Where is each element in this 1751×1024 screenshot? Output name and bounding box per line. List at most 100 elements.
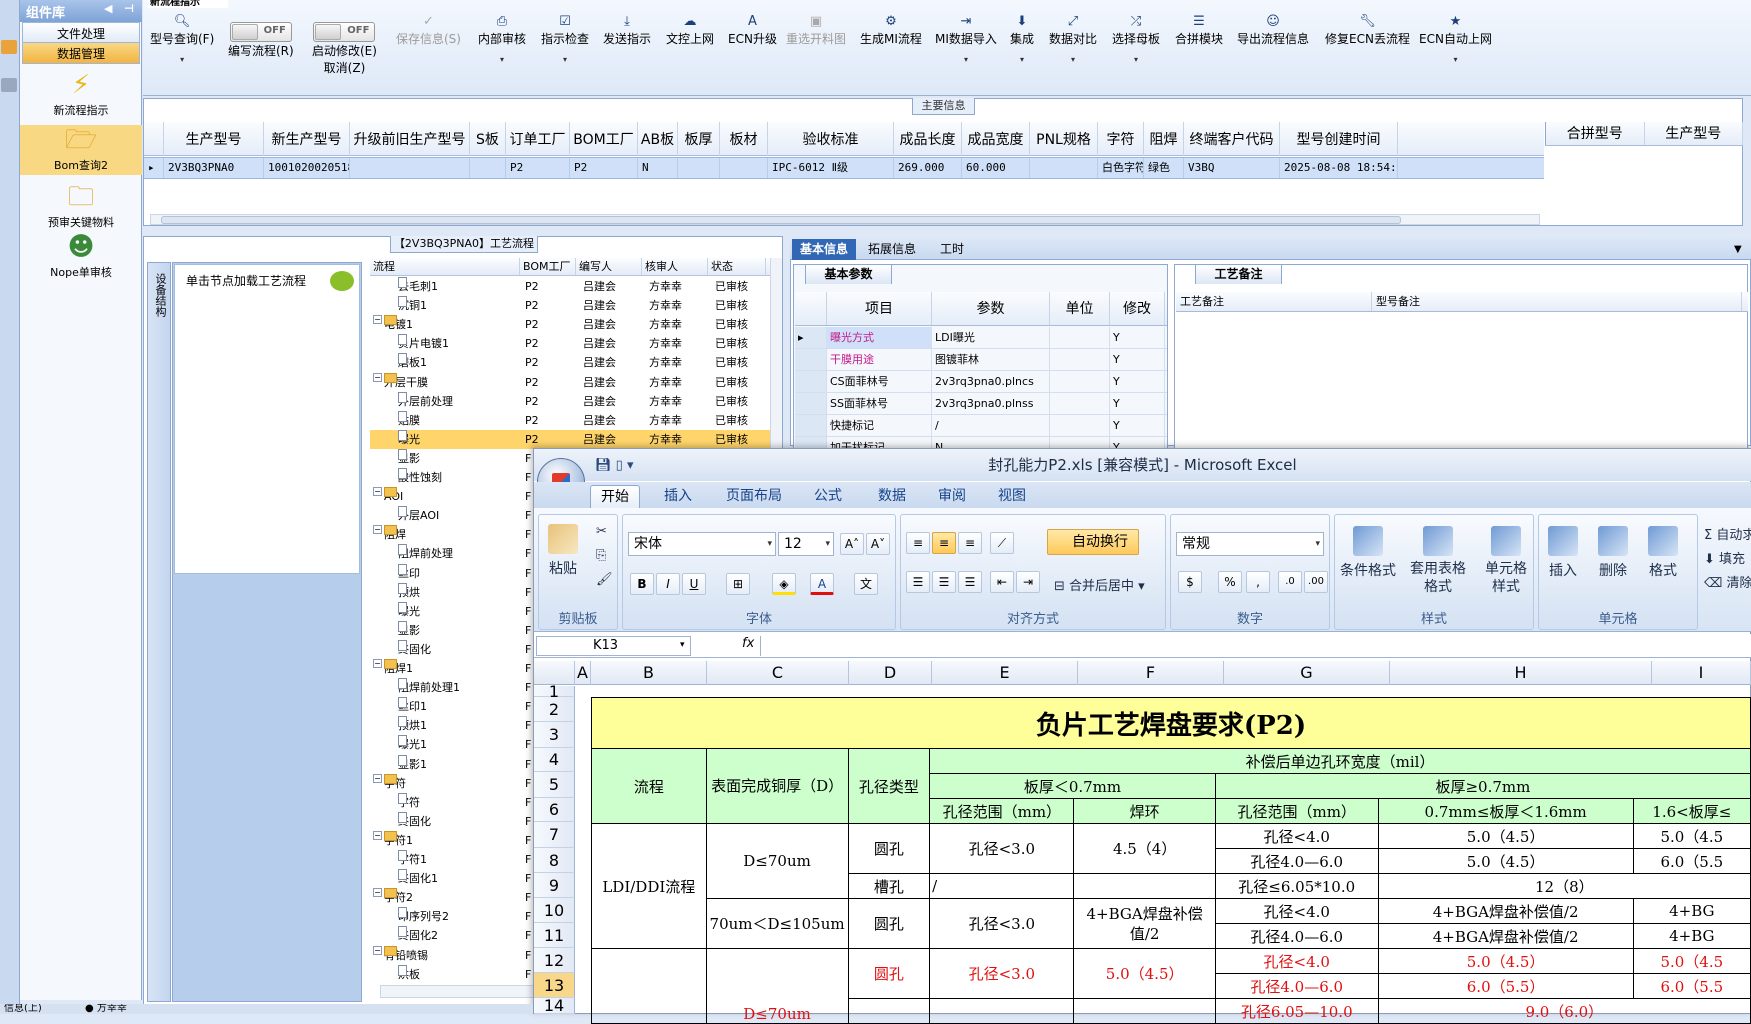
- merge-module-button[interactable]: ☰ 合拼模块: [1175, 14, 1223, 47]
- expand-toggle-icon[interactable]: −: [373, 525, 382, 535]
- column-header[interactable]: AB板: [638, 122, 678, 156]
- cell[interactable]: 槽孔: [847, 873, 931, 899]
- wrap-text-button[interactable]: 自动换行: [1047, 529, 1139, 555]
- tree-node[interactable]: 去毛刺1: [398, 277, 438, 296]
- tree-node[interactable]: 阻焊: [384, 525, 406, 544]
- chat-bubble-icon[interactable]: [330, 271, 354, 291]
- cell[interactable]: [929, 998, 1075, 1024]
- column-header[interactable]: G: [1224, 661, 1390, 685]
- underline-icon[interactable]: U: [682, 573, 706, 595]
- column-header[interactable]: 单位: [1050, 292, 1110, 325]
- expand-toggle-icon[interactable]: −: [373, 773, 382, 783]
- cell[interactable]: 孔径<3.0: [929, 823, 1075, 874]
- cut-icon[interactable]: ✂: [596, 524, 607, 539]
- row-header[interactable]: 6: [534, 798, 575, 822]
- border-icon[interactable]: ⊞: [726, 573, 750, 595]
- expand-toggle-icon[interactable]: −: [373, 830, 382, 840]
- chevron-down-icon[interactable]: ▾: [1049, 55, 1097, 64]
- tab-work-hours[interactable]: 工时: [932, 239, 972, 260]
- model-query-button[interactable]: 🔍︎ 型号查询(F) ▾: [150, 14, 214, 64]
- cell[interactable]: 孔径类型: [847, 748, 931, 824]
- tree-row[interactable]: 外层干膜 − P2 吕建会 方幸幸 已审核: [370, 372, 780, 392]
- tree-node[interactable]: 印序列号2: [398, 907, 449, 926]
- fx-label[interactable]: fx: [742, 636, 754, 651]
- expand-toggle-icon[interactable]: −: [373, 659, 382, 668]
- tree-node[interactable]: 丝印1: [398, 697, 427, 716]
- column-header[interactable]: B: [591, 661, 707, 685]
- italic-icon[interactable]: I: [656, 573, 680, 595]
- cell[interactable]: 孔径<3.0: [929, 898, 1075, 949]
- increase-decimal-icon[interactable]: .0: [1278, 571, 1302, 593]
- orientation-icon[interactable]: ⟋: [990, 532, 1014, 554]
- formula-input[interactable]: [760, 636, 1750, 656]
- expand-toggle-icon[interactable]: −: [373, 372, 382, 382]
- param-cell[interactable]: [1050, 327, 1110, 348]
- memo-caption[interactable]: 工艺备注: [1195, 264, 1282, 284]
- row-header[interactable]: 12: [534, 948, 575, 973]
- row-header[interactable]: 13: [534, 973, 575, 998]
- cell[interactable]: 焊环: [1073, 798, 1216, 824]
- tree-row[interactable]: 贴膜 P2 吕建会 方幸幸 已审核: [370, 410, 780, 430]
- tree-node[interactable]: 磨板1: [398, 353, 427, 372]
- column-header[interactable]: 型号创建时间: [1280, 122, 1398, 156]
- tree-node[interactable]: 终固化: [398, 811, 431, 831]
- cell[interactable]: 4+BGA焊盘补偿值/2: [1073, 898, 1216, 949]
- internal-review-button[interactable]: ⎙ 内部审核 ▾: [478, 14, 526, 64]
- grid-cell[interactable]: 2025-08-08 18:54:21: [1280, 158, 1398, 178]
- export-flow-info-button[interactable]: ☺ 导出流程信息: [1237, 14, 1309, 47]
- column-header[interactable]: 新生产型号: [264, 122, 350, 156]
- cell[interactable]: 孔径≤6.05*10.0: [1214, 873, 1379, 899]
- param-cell[interactable]: Y: [1110, 415, 1165, 436]
- param-cell[interactable]: CS面菲林号: [827, 371, 932, 392]
- column-header[interactable]: BOM工厂: [520, 258, 576, 275]
- grid-cell[interactable]: [470, 158, 506, 178]
- tree-node[interactable]: 外层干膜: [384, 372, 428, 392]
- tree-node[interactable]: 字符1: [384, 830, 413, 850]
- clear-button[interactable]: ⌫ 清除: [1704, 572, 1751, 591]
- cell[interactable]: 70um＜D≤105um: [705, 898, 849, 949]
- tree-node[interactable]: 显影: [398, 620, 420, 640]
- tree-node[interactable]: 终固化1: [398, 869, 438, 888]
- param-cell[interactable]: [1050, 371, 1110, 392]
- merge-center-button[interactable]: ⊟ 合并后居中 ▾: [1054, 575, 1145, 594]
- cell[interactable]: [1073, 998, 1216, 1024]
- column-header[interactable]: 成品长度: [894, 122, 962, 156]
- cell[interactable]: 孔径范围（mm）: [1214, 798, 1379, 824]
- font-name-select[interactable]: 宋体 ▾: [628, 532, 776, 556]
- align-center-icon[interactable]: ☰: [932, 571, 956, 593]
- grid-cell[interactable]: [678, 158, 720, 178]
- tree-node[interactable]: 有铅喷锡: [384, 945, 428, 965]
- row-indicator[interactable]: [795, 415, 827, 436]
- grid-cell[interactable]: P2: [506, 158, 570, 178]
- column-header[interactable]: F: [1078, 661, 1224, 685]
- cell[interactable]: [1073, 873, 1216, 899]
- cell[interactable]: 4+BG: [1632, 898, 1751, 924]
- autosum-button[interactable]: Σ 自动求和: [1704, 524, 1751, 543]
- param-cell[interactable]: [1050, 393, 1110, 414]
- decrease-decimal-icon[interactable]: .00: [1304, 571, 1328, 593]
- tree-node[interactable]: 终固化2: [398, 926, 438, 945]
- name-box[interactable]: K13: [536, 636, 691, 656]
- param-cell[interactable]: LDI曝光: [932, 327, 1050, 348]
- expand-toggle-icon[interactable]: −: [373, 487, 382, 497]
- row-indicator[interactable]: [795, 371, 827, 392]
- tree-node[interactable]: 阻焊前处理: [398, 544, 453, 563]
- column-header[interactable]: E: [932, 661, 1078, 685]
- ecn-auto-online-button[interactable]: ★ ECN自动上网 ▾: [1419, 14, 1492, 64]
- param-cell[interactable]: 2v3rq3pna0.plncs: [932, 371, 1050, 392]
- param-cell[interactable]: Y: [1110, 349, 1165, 370]
- mi-data-import-button[interactable]: ⇥ MI数据导入 ▾: [935, 14, 997, 64]
- cell[interactable]: [591, 948, 707, 1024]
- chevron-down-icon[interactable]: ▾: [1419, 55, 1492, 64]
- grid-cell[interactable]: 10010200205186: [264, 158, 350, 178]
- column-header[interactable]: C: [707, 661, 849, 685]
- tree-node[interactable]: 字符1: [398, 850, 427, 869]
- expand-toggle-icon[interactable]: −: [373, 945, 382, 955]
- align-middle-icon[interactable]: ≡: [932, 532, 956, 554]
- tree-row[interactable]: 曝光 P2 吕建会 方幸幸 已审核: [370, 429, 780, 449]
- column-header[interactable]: 参数: [932, 292, 1050, 325]
- param-cell[interactable]: 曝光方式: [827, 327, 932, 348]
- cell[interactable]: 圆孔: [847, 898, 931, 949]
- tree-node[interactable]: 显影: [398, 448, 420, 468]
- cell[interactable]: 12（8）: [1377, 873, 1751, 899]
